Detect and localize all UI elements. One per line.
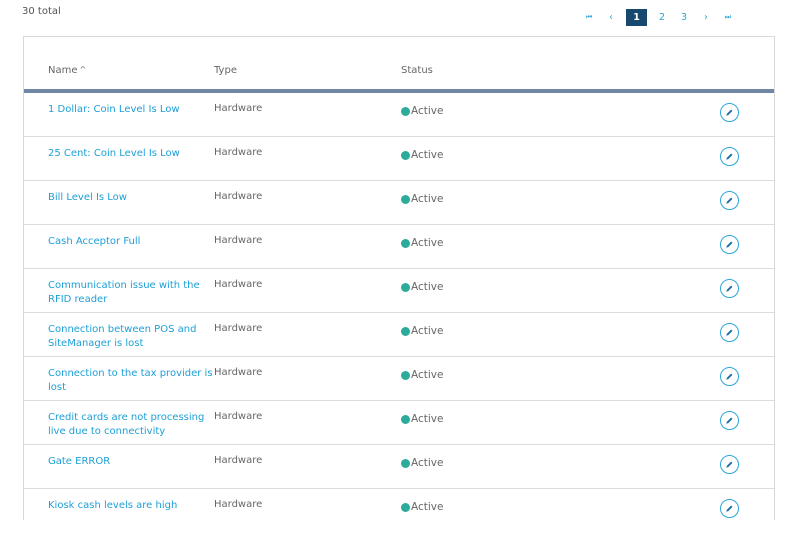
pencil-icon xyxy=(726,153,733,160)
table-row[interactable]: Gate ERROR Hardware Active xyxy=(24,445,774,489)
alert-name-link[interactable]: 1 Dollar: Coin Level Is Low xyxy=(48,103,214,117)
table-body: 1 Dollar: Coin Level Is Low Hardware Act… xyxy=(24,93,774,532)
pencil-icon xyxy=(726,285,733,292)
last-page-icon[interactable]: ⏭ xyxy=(717,9,739,26)
status-dot-icon xyxy=(401,106,410,116)
table-row[interactable]: Bill Level Is Low Hardware Active xyxy=(24,181,774,225)
table-row[interactable]: Kiosk cash levels are high Hardware Acti… xyxy=(24,489,774,532)
status-dot-icon xyxy=(401,370,410,380)
status-dot-icon xyxy=(401,502,410,512)
edit-button[interactable] xyxy=(720,367,739,386)
status-badge: Active xyxy=(401,501,443,513)
edit-button[interactable] xyxy=(720,499,739,518)
edit-button[interactable] xyxy=(720,191,739,210)
table-row[interactable]: Connection between POS and SiteManager i… xyxy=(24,313,774,357)
pencil-icon xyxy=(726,417,733,424)
edit-button[interactable] xyxy=(720,455,739,474)
status-label: Active xyxy=(411,369,444,381)
table-row[interactable]: 1 Dollar: Coin Level Is Low Hardware Act… xyxy=(24,93,774,137)
next-page-icon[interactable]: › xyxy=(695,9,717,26)
status-badge: Active xyxy=(401,369,443,381)
status-badge: Active xyxy=(401,281,443,293)
status-dot-icon xyxy=(401,414,410,424)
alert-type: Hardware xyxy=(214,367,263,378)
alert-type: Hardware xyxy=(214,455,263,466)
page-2-button[interactable]: 2 xyxy=(651,9,673,26)
alert-type: Hardware xyxy=(214,191,263,202)
status-dot-icon xyxy=(401,282,410,292)
alert-name-link[interactable]: Kiosk cash levels are high xyxy=(48,499,214,513)
status-label: Active xyxy=(411,149,444,161)
pencil-icon xyxy=(726,461,733,468)
status-label: Active xyxy=(411,105,444,117)
alert-name-link[interactable]: 25 Cent: Coin Level Is Low xyxy=(48,147,214,161)
status-dot-icon xyxy=(401,458,410,468)
total-count: 30 total xyxy=(22,6,61,17)
status-badge: Active xyxy=(401,237,443,249)
status-label: Active xyxy=(411,193,444,205)
table-row[interactable]: Communication issue with the RFID reader… xyxy=(24,269,774,313)
page-1-button[interactable]: 1 xyxy=(626,8,647,26)
prev-page-icon[interactable]: ‹ xyxy=(600,9,622,26)
sort-ascending-icon: ^ xyxy=(79,65,87,74)
table-row[interactable]: 25 Cent: Coin Level Is Low Hardware Acti… xyxy=(24,137,774,181)
status-dot-icon xyxy=(401,194,410,204)
table-row[interactable]: Credit cards are not processing live due… xyxy=(24,401,774,445)
status-label: Active xyxy=(411,457,444,469)
pencil-icon xyxy=(726,109,733,116)
status-label: Active xyxy=(411,501,444,513)
table-row[interactable]: Cash Acceptor Full Hardware Active xyxy=(24,225,774,269)
alert-type: Hardware xyxy=(214,103,263,114)
alert-type: Hardware xyxy=(214,279,263,290)
column-header-type[interactable]: Type xyxy=(214,65,237,76)
column-header-status[interactable]: Status xyxy=(401,65,433,76)
status-label: Active xyxy=(411,281,444,293)
alert-name-link[interactable]: Communication issue with the RFID reader xyxy=(48,279,214,306)
status-label: Active xyxy=(411,413,444,425)
column-header-name-label: Name xyxy=(48,65,78,76)
status-badge: Active xyxy=(401,413,443,425)
status-dot-icon xyxy=(401,326,410,336)
edit-button[interactable] xyxy=(720,323,739,342)
status-badge: Active xyxy=(401,149,443,161)
alert-name-link[interactable]: Connection to the tax provider is lost xyxy=(48,367,214,394)
edit-button[interactable] xyxy=(720,103,739,122)
alert-name-link[interactable]: Connection between POS and SiteManager i… xyxy=(48,323,214,350)
pencil-icon xyxy=(726,197,733,204)
edit-button[interactable] xyxy=(720,235,739,254)
status-badge: Active xyxy=(401,193,443,205)
first-page-icon[interactable]: ⏮ xyxy=(578,9,600,26)
alerts-table: Name ^ Type Status 1 Dollar: Coin Level I… xyxy=(23,36,775,532)
page-3-button[interactable]: 3 xyxy=(673,9,695,26)
alert-type: Hardware xyxy=(214,323,263,334)
status-badge: Active xyxy=(401,457,443,469)
alert-type: Hardware xyxy=(214,147,263,158)
alert-type: Hardware xyxy=(214,411,263,422)
pencil-icon xyxy=(726,505,733,512)
pagination: ⏮ ‹ 1 2 3 › ⏭ xyxy=(578,8,739,26)
edit-button[interactable] xyxy=(720,279,739,298)
pencil-icon xyxy=(726,241,733,248)
status-dot-icon xyxy=(401,238,410,248)
status-label: Active xyxy=(411,325,444,337)
alert-name-link[interactable]: Bill Level Is Low xyxy=(48,191,214,205)
alert-type: Hardware xyxy=(214,499,263,510)
column-header-name[interactable]: Name ^ xyxy=(48,65,86,76)
pencil-icon xyxy=(726,373,733,380)
edit-button[interactable] xyxy=(720,147,739,166)
alert-name-link[interactable]: Gate ERROR xyxy=(48,455,214,469)
table-header: Name ^ Type Status xyxy=(24,37,774,93)
alert-name-link[interactable]: Credit cards are not processing live due… xyxy=(48,411,214,438)
alert-type: Hardware xyxy=(214,235,263,246)
edit-button[interactable] xyxy=(720,411,739,430)
alert-name-link[interactable]: Cash Acceptor Full xyxy=(48,235,214,249)
status-badge: Active xyxy=(401,105,443,117)
status-dot-icon xyxy=(401,150,410,160)
pencil-icon xyxy=(726,329,733,336)
table-row[interactable]: Connection to the tax provider is lost H… xyxy=(24,357,774,401)
status-badge: Active xyxy=(401,325,443,337)
status-label: Active xyxy=(411,237,444,249)
